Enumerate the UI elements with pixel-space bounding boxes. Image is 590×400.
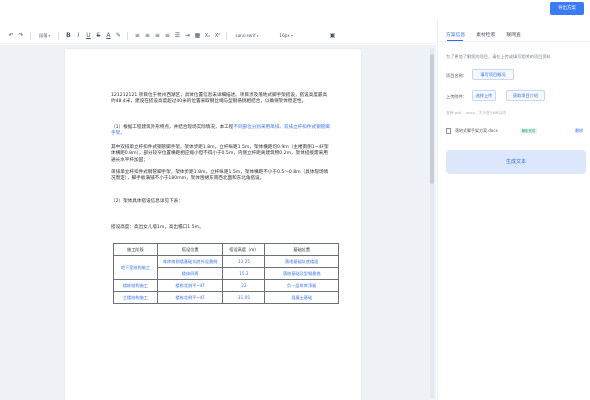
list-icon[interactable]: ☰ [172, 29, 182, 43]
italic-button[interactable]: I [73, 29, 83, 43]
paragraph-single-row: 单排单立杆扣件式钢管脚手架，架体步距1.8m，立杆纵距1.5m，架体横距不小于0… [111, 170, 329, 182]
document-page[interactable]: 121212121 项目位于杭州西湖区，具体位置信息未详细描述。项目涉及落地式脚… [65, 49, 361, 400]
tab-material-search[interactable]: 素材检索 [476, 31, 495, 38]
uploaded-file-item: 落地式脚手架方案.docx 解析完成 删除 [446, 127, 586, 136]
subscript-button[interactable]: X₂ [202, 29, 212, 43]
table-header: 搭设高度（m） [222, 243, 266, 256]
table-icon[interactable]: ▦ [192, 29, 202, 43]
chevron-down-icon: ▾ [48, 32, 51, 38]
paragraph-style-value: 段落 [39, 32, 48, 38]
font-size-value: 16px [279, 33, 290, 38]
chevron-down-icon: ▾ [256, 33, 259, 38]
generate-text-button[interactable]: 生成文本 [446, 150, 586, 174]
align-left-icon[interactable]: ≡ [132, 29, 142, 43]
underline-button[interactable]: U [83, 29, 93, 43]
table-cell-position: 楼体四周 [156, 267, 224, 280]
parse-status-badge: 解析完成 [520, 128, 537, 134]
tab-plan-info[interactable]: 方案信息 [446, 31, 465, 38]
toolbar-divider [58, 31, 60, 40]
font-color-button[interactable]: A [103, 29, 113, 43]
strikethrough-button[interactable]: S [93, 29, 103, 43]
table-cell-base: 落地基础坑底楼面 [264, 255, 339, 268]
table-cell-base: 落地基础及型钢悬挑 [264, 267, 339, 280]
paragraph-style-select[interactable]: 段落▾ [35, 33, 54, 39]
bold-button[interactable]: B [63, 29, 73, 43]
undo-icon[interactable]: ↶ [6, 29, 16, 43]
font-family-select[interactable]: sans-serif▾ [231, 33, 275, 38]
table-row: 楼栋结构施工 楼栋北侧平~4F 22 负一层车库顶板 [113, 279, 339, 292]
more-icon[interactable]: ▣ [327, 29, 337, 43]
table-cell-base: 混凝土基础 [264, 291, 339, 304]
paragraph-double-row: 其中双排单立杆扣件式钢管脚手架，架体步距1.8m，立杆纵距1.5m，架体横距均0… [111, 145, 329, 163]
indent-icon[interactable]: ⇥ [182, 29, 192, 43]
superscript-button[interactable]: X² [212, 29, 222, 43]
table-cell-height: 22 [222, 279, 266, 292]
table-cell-height: 13.25 [222, 255, 266, 268]
align-center-icon[interactable]: ≡ [142, 29, 152, 43]
table-header: 施工阶段 [113, 243, 158, 256]
editor-toolbar: ↶ ↷ 段落▾ B I U S A ✎ ≡ ≡ ≡ ≡ ☰ ⇥ ▦ X₂ X² … [0, 28, 436, 44]
table-header: 基础位置 [264, 243, 339, 256]
tabs-divider [438, 41, 590, 42]
paragraph-scheme-text: （1）根据工程建筑外形特点，并结合现场实际情况，本工程 [111, 125, 234, 130]
align-justify-icon[interactable]: ≡ [162, 29, 172, 43]
tab-web-search[interactable]: 联网查 [506, 31, 520, 38]
toolbar-divider [30, 31, 31, 40]
upload-label: 上传附件： [446, 94, 467, 99]
table-cell-position: 楼栋北侧平~4F [156, 279, 224, 292]
redo-icon[interactable]: ↷ [16, 29, 26, 43]
select-upload-button[interactable]: 选择上传 [472, 90, 496, 101]
table-row: 主楼结构施工 楼栋北侧平~4F 31.05 混凝土基础 [113, 291, 339, 304]
top-bar: 导出方案 [0, 0, 590, 20]
table-cell-height: 31.05 [222, 291, 266, 304]
paragraph-scheme: （1）根据工程建筑外形特点，并结合现场实际情况，本工程不同部位分别采用单排、双排… [111, 125, 331, 138]
toolbar-divider [226, 31, 228, 40]
table-cell-stage: 地下室结构施工 [113, 255, 158, 280]
paragraph-height-note: 搭设高度：高出女儿墙1m，高出檐口1.5m。 [111, 225, 204, 230]
table-cell-height: 15.2 [222, 267, 266, 280]
app: 导出方案 ↶ ↷ 段落▾ B I U S A ✎ ≡ ≡ ≡ ≡ ☰ ⇥ ▦ X… [0, 0, 590, 400]
get-project-intro-button[interactable]: 获取项目介绍 [506, 90, 545, 101]
paragraph-table-intro: （2）架体具体搭设信息详见下表： [111, 199, 183, 204]
table-cell-stage: 楼栋结构施工 [113, 279, 158, 292]
highlight-icon[interactable]: ✎ [113, 29, 123, 43]
font-family-value: sans-serif [235, 33, 256, 38]
table-header-row: 施工阶段 搭设位置 搭设高度（m） 基础位置 [113, 243, 339, 256]
export-plan-button[interactable]: 导出方案 [550, 2, 584, 15]
paragraph-intro: 121212121 项目位于杭州西湖区，具体位置信息未详细描述。项目涉及落地式脚… [111, 93, 328, 105]
delete-file-link[interactable]: 删除 [575, 128, 583, 134]
font-size-select[interactable]: 16px▾ [275, 33, 305, 38]
align-right-icon[interactable]: ≡ [152, 29, 162, 43]
panel-description: 为了更加了解您的项目，请在上传或填写相关的项目资料 [446, 54, 551, 59]
table-cell-position: 车库南侧墙基础坑底外设悬挑 [156, 255, 224, 268]
scaffold-table: 施工阶段 搭设位置 搭设高度（m） 基础位置 地下室结构施工 车库南侧墙基础坑底… [113, 243, 339, 304]
toolbar-divider [127, 31, 129, 40]
table-row: 地下室结构施工 车库南侧墙基础坑底外设悬挑 13.25 落地基础坑底楼面 [113, 255, 339, 280]
chevron-down-icon: ▾ [290, 33, 293, 38]
upload-hint: 支持.pdf、.docx、大小在5MB以内 [446, 110, 507, 115]
side-panel: 方案信息 素材检索 联网查 为了更加了解您的项目，请在上传或填写相关的项目资料 … [437, 20, 590, 400]
file-icon [446, 128, 451, 134]
editor-scrollbar-thumb[interactable] [430, 54, 434, 184]
table-cell-position: 楼栋北侧平~4F [156, 291, 224, 304]
table-cell-stage: 主楼结构施工 [113, 291, 158, 304]
table-header: 搭设位置 [156, 243, 224, 256]
panel-tabs: 方案信息 素材检索 联网查 [446, 31, 521, 38]
uploaded-file-name[interactable]: 落地式脚手架方案.docx [455, 128, 498, 134]
project-name-field[interactable]: 填写项目概况 [472, 69, 514, 80]
table-cell-base: 负一层车库顶板 [264, 279, 339, 292]
project-name-label: 项目名称： [446, 73, 467, 78]
